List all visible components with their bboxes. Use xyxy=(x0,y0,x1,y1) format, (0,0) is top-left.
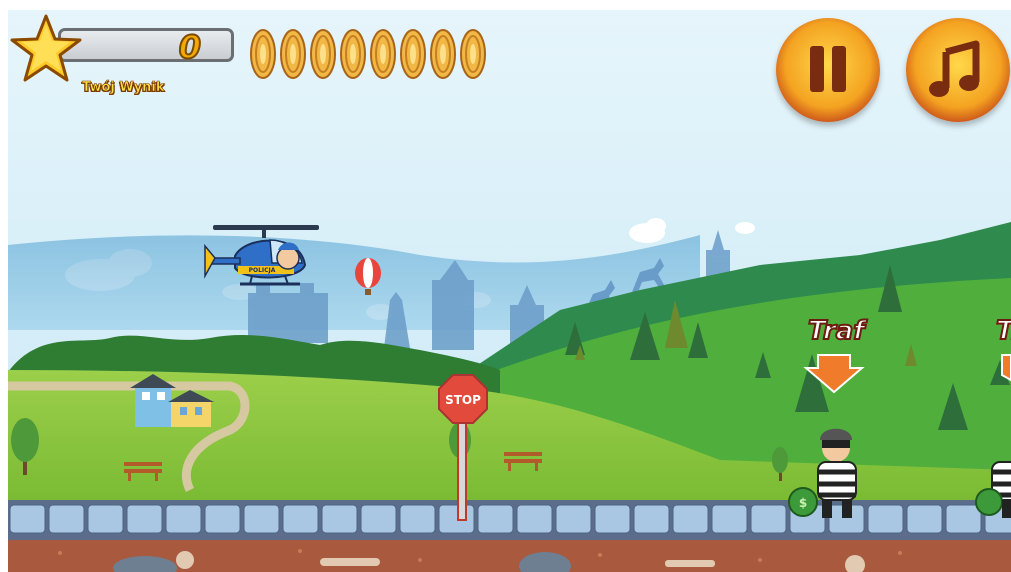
road-tile xyxy=(399,504,436,534)
pause-button[interactable] xyxy=(776,18,880,122)
game-stage[interactable]: STOP POLICJA $ Traf T 0 Twój Wynik xyxy=(0,0,1011,572)
score-bar: 0 xyxy=(58,27,234,67)
music-note-icon xyxy=(929,40,980,97)
road-tile xyxy=(282,504,319,534)
road-tile xyxy=(711,504,748,534)
ammo-coin-icon xyxy=(310,29,336,79)
ammo-coin-icon xyxy=(250,29,276,79)
svg-text:STOP: STOP xyxy=(445,393,481,407)
ammo-coin-icon xyxy=(460,29,486,79)
ammo-coin-icon xyxy=(340,29,366,79)
target-label-2: Traf xyxy=(996,316,1011,346)
road-tiles xyxy=(9,504,1011,534)
ammo-coin-icon xyxy=(400,29,426,79)
road-tile xyxy=(48,504,85,534)
music-button[interactable] xyxy=(906,18,1010,122)
score-value: 0 xyxy=(178,27,202,67)
road-tile xyxy=(477,504,514,534)
road-tile xyxy=(867,504,904,534)
road-tile xyxy=(555,504,592,534)
road-tile xyxy=(87,504,124,534)
star-icon xyxy=(10,14,82,82)
road-tile xyxy=(945,504,982,534)
score-label: Twój Wynik xyxy=(82,80,165,96)
road-tile xyxy=(672,504,709,534)
road-tile xyxy=(906,504,943,534)
svg-text:$: $ xyxy=(799,496,807,510)
road-tile xyxy=(204,504,241,534)
road-tile xyxy=(243,504,280,534)
road-tile xyxy=(165,504,202,534)
road-tile xyxy=(594,504,631,534)
road-tile xyxy=(438,504,475,534)
road-tile xyxy=(360,504,397,534)
road-tile xyxy=(321,504,358,534)
road-tile xyxy=(126,504,163,534)
road-tile xyxy=(9,504,46,534)
ammo-counter xyxy=(246,28,486,82)
svg-text:POLICJA: POLICJA xyxy=(249,267,276,274)
road-tile xyxy=(516,504,553,534)
ammo-coin-icon xyxy=(280,29,306,79)
ammo-coin-icon xyxy=(430,29,456,79)
road-tile xyxy=(633,504,670,534)
road-tile xyxy=(750,504,787,534)
score-panel: 0 Twój Wynik xyxy=(8,12,238,102)
ammo-coin-icon xyxy=(370,29,396,79)
target-label-1: Traf xyxy=(807,315,866,347)
target-arrow-2 xyxy=(1001,354,1011,382)
pause-icon xyxy=(810,46,846,92)
